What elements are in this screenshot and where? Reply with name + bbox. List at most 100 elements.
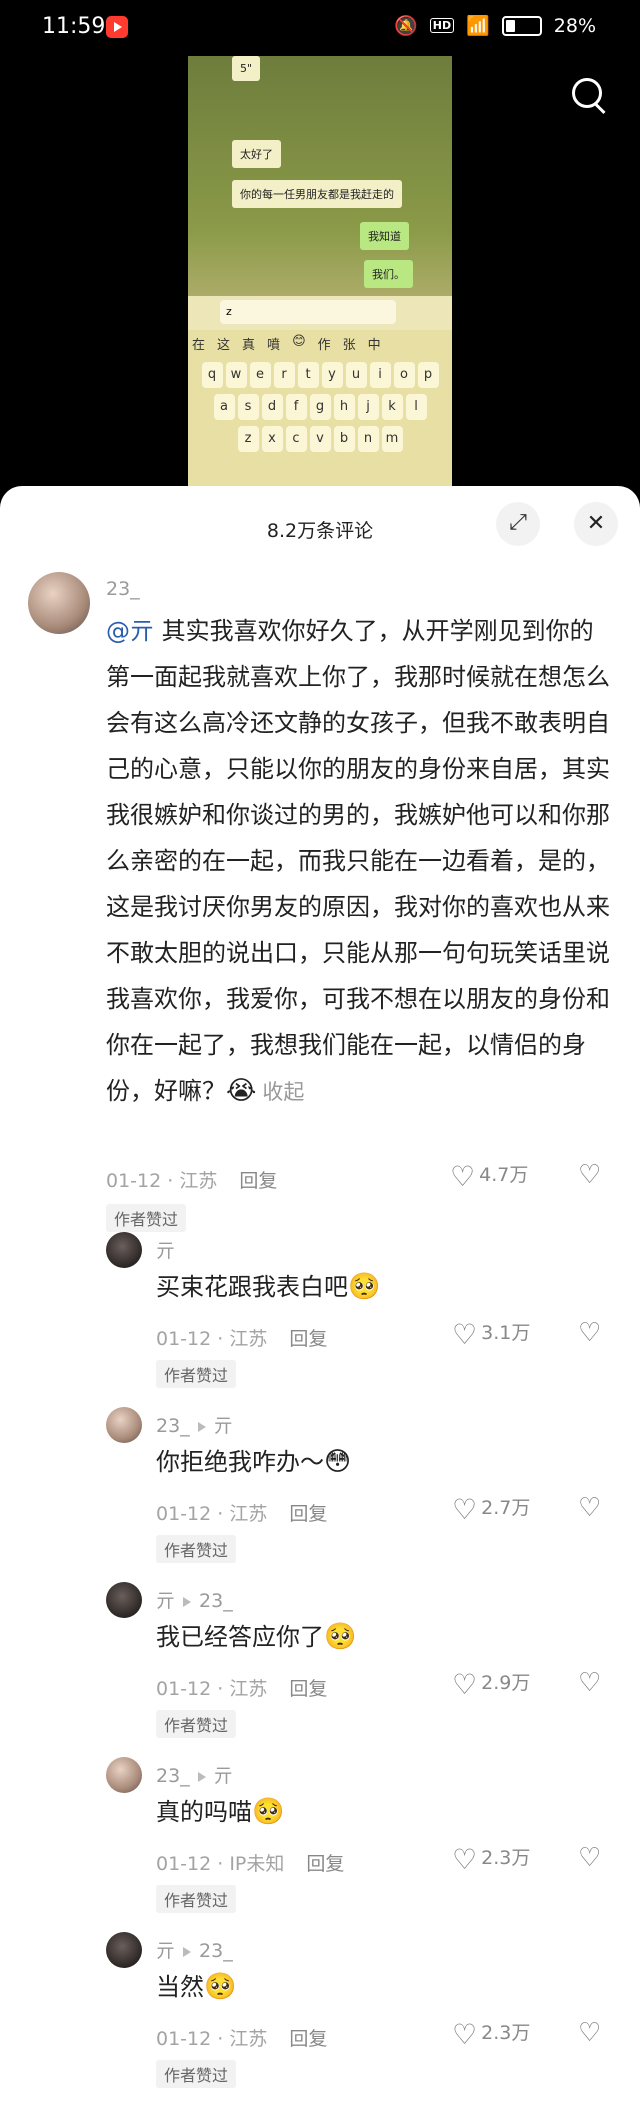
chat-bubble: 5"	[232, 56, 261, 81]
reply-meta: 01-12 · 江苏 回复	[156, 2028, 328, 2050]
reply-button[interactable]: 回复	[306, 1853, 344, 1875]
emoji: 🥺	[252, 1797, 285, 1827]
keyboard-key: s	[237, 394, 259, 420]
chat-bubble: 我们。	[364, 260, 413, 288]
reply-text: 你拒绝我咋办～😳	[156, 1447, 352, 1477]
keyboard-key: n	[357, 426, 379, 452]
heart-icon: ♡	[452, 1493, 478, 1526]
reply-button[interactable]: 回复	[239, 1170, 277, 1192]
reply-usernames[interactable]: 23_ 亓	[156, 1411, 233, 1438]
reply-text: 真的吗喵🥺	[156, 1797, 285, 1827]
like-button[interactable]: ♡ 3.1万	[452, 1318, 530, 1351]
keyboard-key: f	[285, 394, 307, 420]
like-count: 2.3万	[481, 2022, 531, 2044]
avatar[interactable]	[106, 1232, 142, 1268]
expand-button[interactable]	[496, 502, 540, 546]
reply-arrow-icon	[183, 1596, 192, 1607]
keyboard-key: r	[273, 362, 295, 388]
like-button[interactable]: ♡ 4.7万	[450, 1160, 528, 1193]
mention-link[interactable]: @亓	[106, 617, 154, 645]
video-chat-input-bar: z	[188, 296, 452, 330]
avatar[interactable]	[106, 1582, 142, 1618]
search-button[interactable]	[570, 76, 610, 116]
chat-bubble: 太好了	[232, 140, 281, 168]
video-player[interactable]: 5" 太好了 你的每一任男朋友都是我赶走的 我知道 我们。 z 在这真噴 😊 作张中…	[188, 56, 452, 486]
avatar[interactable]	[106, 1932, 142, 1968]
comment-meta: 01-12 · 江苏 回复	[106, 1170, 278, 1192]
avatar[interactable]	[28, 572, 90, 634]
keyboard-key: t	[297, 362, 319, 388]
comment-count-title: 8.2万条评论	[266, 520, 374, 542]
reply-usernames[interactable]: 23_ 亓	[156, 1761, 233, 1788]
avatar[interactable]	[106, 1757, 142, 1793]
comment-username[interactable]: 23_	[106, 578, 140, 600]
battery-percent: 28%	[553, 14, 596, 37]
reply-usernames[interactable]: 亓	[156, 1236, 175, 1263]
keyboard-key: a	[213, 394, 235, 420]
reply-meta: 01-12 · 江苏 回复	[156, 1503, 328, 1525]
author-liked-badge: 作者赞过	[156, 1535, 237, 1563]
reply-usernames[interactable]: 亓 23_	[156, 1586, 233, 1613]
keyboard-key: z	[237, 426, 259, 452]
heart-icon: ♡	[452, 1843, 478, 1876]
dislike-icon[interactable]: ♡	[578, 1318, 601, 1348]
keyboard-key: x	[261, 426, 283, 452]
reply-usernames[interactable]: 亓 23_	[156, 1936, 233, 1963]
collapse-link[interactable]: 收起	[262, 1080, 304, 1104]
reply-button[interactable]: 回复	[289, 2028, 327, 2050]
keyboard-key: p	[417, 362, 439, 388]
reply-text: 当然🥺	[156, 1972, 237, 2002]
author-liked-badge: 作者赞过	[156, 2060, 237, 2088]
reply-arrow-icon	[197, 1771, 206, 1782]
keyboard-key: q	[201, 362, 223, 388]
like-button[interactable]: ♡ 2.3万	[452, 2018, 530, 2051]
author-liked-badge: 作者赞过	[156, 1360, 237, 1388]
keyboard-key: h	[333, 394, 355, 420]
dislike-icon[interactable]: ♡	[578, 2018, 601, 2048]
reply-text: 买束花跟我表白吧🥺	[156, 1272, 381, 1302]
reply-button[interactable]: 回复	[289, 1328, 327, 1350]
reply-button[interactable]: 回复	[289, 1503, 327, 1525]
keyboard-key: u	[345, 362, 367, 388]
close-button[interactable]	[574, 502, 618, 546]
heart-icon: ♡	[452, 1318, 478, 1351]
candidate-word: 噴	[267, 338, 281, 353]
author-liked-badge: 作者赞过	[156, 1885, 237, 1913]
like-count: 2.3万	[481, 1847, 531, 1869]
like-button[interactable]: ♡ 2.3万	[452, 1843, 530, 1876]
keyboard-key: j	[357, 394, 379, 420]
reply-arrow-icon	[197, 1421, 206, 1432]
like-count: 4.7万	[479, 1164, 529, 1186]
chat-bubble: 我知道	[360, 222, 409, 250]
author-liked-badge: 作者赞过	[106, 1204, 187, 1232]
heart-icon: ♡	[450, 1160, 476, 1193]
keyboard-key: i	[369, 362, 391, 388]
keyboard-row: asdfghjkl	[188, 394, 452, 420]
chat-bubble: 你的每一任男朋友都是我赶走的	[232, 180, 402, 208]
avatar[interactable]	[106, 1407, 142, 1443]
hd-icon: HD	[429, 18, 455, 33]
status-time: 11:59	[42, 14, 106, 39]
like-button[interactable]: ♡ 2.7万	[452, 1493, 530, 1526]
battery-icon	[501, 15, 542, 36]
video-chat-field: z	[220, 300, 396, 324]
emoji: 😳	[324, 1447, 352, 1477]
keyboard-key: b	[333, 426, 355, 452]
reply-meta: 01-12 · IP未知 回复	[156, 1853, 345, 1875]
reply-button[interactable]: 回复	[289, 1678, 327, 1700]
keyboard-key: d	[261, 394, 283, 420]
candidate-word: 作	[317, 338, 331, 353]
heart-icon: ♡	[452, 1668, 478, 1701]
dislike-icon[interactable]: ♡	[578, 1668, 601, 1698]
emoji: 🥺	[204, 1972, 237, 2002]
comment-sheet: 8.2万条评论 23_ @亓 其实我喜欢你好久了，从开学刚见到你的第一面起我就喜…	[0, 486, 640, 2127]
like-button[interactable]: ♡ 2.9万	[452, 1668, 530, 1701]
dislike-icon[interactable]: ♡	[578, 1843, 601, 1873]
keyboard-key: g	[309, 394, 331, 420]
dislike-icon[interactable]: ♡	[578, 1493, 601, 1523]
keyboard-key: c	[285, 426, 307, 452]
dislike-icon[interactable]: ♡	[578, 1160, 601, 1190]
emoji: 🥺	[348, 1272, 381, 1302]
keyboard-key: w	[225, 362, 247, 388]
mute-icon: 🔕	[394, 15, 418, 37]
